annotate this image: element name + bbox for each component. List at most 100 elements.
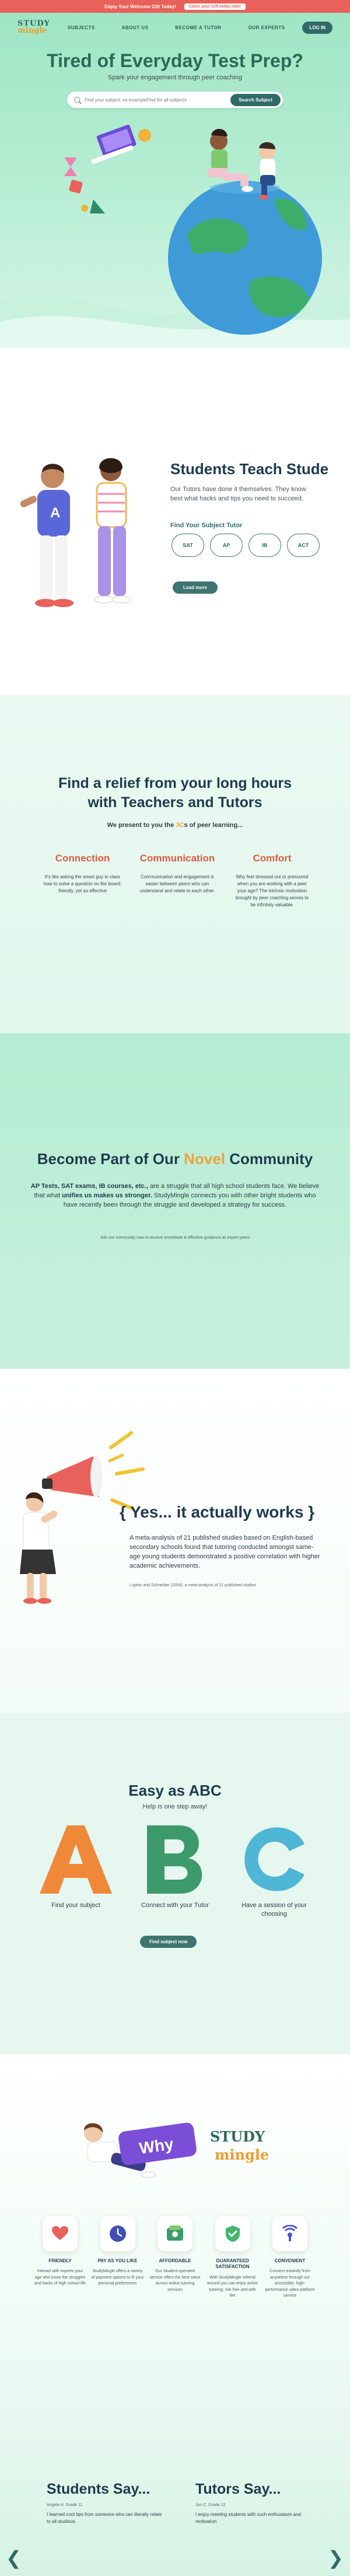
novel-title-after: Community — [225, 1150, 313, 1168]
floating-cube-icon — [69, 180, 83, 194]
nav-about-link[interactable]: ABOUT US — [122, 25, 149, 30]
step-c: Have a session of your choosing — [230, 1821, 318, 1919]
students-say-quote: I learned cool tips from someone who can… — [47, 2512, 162, 2524]
it-works-section: { Yes... it actually works } A meta-anal… — [0, 1369, 350, 1713]
relief-title-line1: Find a relief from your long hours — [58, 775, 292, 791]
hero-title: Tired of Everyday Test Prep? — [47, 50, 303, 71]
students-teach-section: A Students Teach Stude Our Tutors have d… — [0, 348, 350, 695]
novel-title-before: Become Part of Our — [37, 1150, 184, 1168]
step-caption: Connect with your Tutor — [141, 1902, 209, 1909]
search-icon — [74, 97, 80, 103]
why-logo-top: STUDY — [210, 2128, 265, 2145]
login-button[interactable]: LOG IN — [302, 21, 332, 34]
tutors-say-author: Jun C. Grade 12 — [195, 2503, 226, 2507]
abc-steps: Find your subject Connect with your Tuto… — [32, 1821, 318, 1919]
students-teach-title: Students Teach Stude — [170, 460, 329, 478]
floating-hourglass-icon — [64, 157, 77, 176]
relief-subtitle: We present to you the 3Cs of peer learni… — [0, 822, 350, 829]
load-more-button[interactable]: Load more — [173, 581, 218, 594]
step-caption: Find your subject — [51, 1902, 100, 1909]
abc-title: Easy as ABC — [128, 1782, 222, 1799]
floating-coin-icon — [138, 129, 151, 142]
subject-search-input[interactable] — [85, 97, 231, 103]
step-caption: Have a session of your choosing — [242, 1902, 307, 1918]
it-works-citation: Lupton and Schneider (2004): a meta-anal… — [130, 1583, 257, 1587]
card-title: Connection — [55, 853, 110, 864]
megaphone-icon — [42, 1456, 102, 1498]
feature-satisfaction: GUARANTEED SATISFACTION With StudyMingle… — [206, 2216, 259, 2300]
students-say-author: Angela H. Grade 11 — [47, 2503, 83, 2507]
card-title: Communication — [139, 853, 215, 864]
woman-figure — [20, 1492, 58, 1604]
card-body: Communication and engagement is easier b… — [139, 874, 215, 893]
students-teach-text: Our Tutors have done it themselves. They… — [170, 486, 306, 502]
tutors-say-quote: I enjoy meeting students with such enthu… — [195, 2512, 301, 2524]
feature-title: CONVENIENT — [274, 2258, 306, 2263]
letter-c-icon — [244, 1827, 304, 1891]
testimonials-section: Students Say... Angela H. Grade 11 I lea… — [0, 2398, 350, 2576]
card-comfort: Comfort Why feel stressed out or pressur… — [233, 853, 312, 909]
novel-small-text: Join our community now to receive immedi… — [100, 1236, 250, 1240]
novel-community-section: Become Part of Our Novel Community AP Te… — [0, 1033, 350, 1369]
why-section: Why STUDY mingle FRIENDLY Interact with … — [0, 2054, 350, 2398]
students-say-title: Students Say... — [47, 2481, 150, 2497]
feature-title: GUARANTEED SATISFACTION — [215, 2258, 250, 2270]
subject-pill-sat[interactable]: SAT — [172, 534, 204, 557]
relief-sub-after: s of peer learning... — [184, 822, 243, 829]
promo-bar: Enjoy Your Welcome Gift Today! Claim you… — [0, 0, 350, 13]
relief-title-line2: with Teachers and Tutors — [88, 794, 262, 811]
letter-b-icon — [147, 1825, 202, 1894]
page: Enjoy Your Welcome Gift Today! Claim you… — [0, 0, 350, 2576]
find-subject-button[interactable]: Find subject now — [140, 1936, 197, 1948]
relief-sub-before: We present to you the — [107, 822, 176, 829]
feature-body: Connect instantly from anywhere through … — [265, 2269, 315, 2298]
feature-affordable: AFFORDABLE Our Student-operated service … — [149, 2216, 201, 2300]
top-nav: STUDY mingle SUBJECTS ABOUT US BECOME A … — [0, 13, 350, 42]
nav-links: SUBJECTS ABOUT US BECOME A TUTOR OUR EXP… — [68, 25, 285, 30]
feature-title: PAY AS YOU LIKE — [97, 2258, 138, 2263]
logo-bottom: mingle — [18, 26, 47, 35]
card-title: Comfort — [253, 853, 292, 864]
nav-subjects-link[interactable]: SUBJECTS — [68, 25, 95, 30]
clock-icon — [100, 2216, 135, 2251]
nav-experts-link[interactable]: OUR EXPERTS — [249, 25, 285, 30]
feature-title: FRIENDLY — [48, 2258, 72, 2263]
subject-pill-ib[interactable]: IB — [249, 534, 281, 557]
novel-bold1: AP Tests, SAT exams, IB courses, etc., — [30, 1183, 148, 1190]
letter-a-icon — [40, 1825, 112, 1894]
globe-icon — [168, 181, 322, 335]
tutors-say-title: Tutors Say... — [195, 2481, 281, 2497]
why-logo-bottom: mingle — [215, 2146, 269, 2163]
feature-pay: PAY AS YOU LIKE StudyMingle offers a var… — [92, 2216, 144, 2300]
hero-subtitle: Spark your engagement through peer coach… — [108, 74, 242, 81]
search-subject-button[interactable]: Search Subject — [230, 93, 281, 106]
feature-body: Interact with experts your age who know … — [34, 2269, 86, 2286]
card-body: Why feel stressed out or pressured when … — [236, 874, 309, 907]
subject-pill-act[interactable]: ACT — [287, 534, 320, 557]
card-communication: Communication Communication and engageme… — [138, 853, 217, 909]
svg-text:A: A — [50, 505, 60, 521]
sound-lines-decoration — [108, 1431, 145, 1510]
floating-dot-icon — [81, 205, 88, 212]
step-a: Find your subject — [32, 1821, 120, 1919]
subject-search-bar: Search Subject — [67, 92, 283, 108]
studymingle-logo: STUDY mingle — [210, 2128, 269, 2163]
feature-convenient: CONVENIENT Connect instantly from anywhe… — [264, 2216, 316, 2300]
check-badge-icon — [215, 2216, 250, 2251]
next-arrow-icon[interactable]: ❯ — [328, 2547, 344, 2569]
promo-claim-button[interactable]: Claim your Gift today now! — [184, 3, 246, 10]
nav-become-tutor-link[interactable]: BECOME A TUTOR — [175, 25, 221, 30]
prev-arrow-icon[interactable]: ❮ — [6, 2547, 22, 2569]
hero-illustration — [64, 124, 322, 335]
signal-icon — [272, 2216, 307, 2251]
promo-text: Enjoy Your Welcome Gift Today! — [104, 3, 176, 9]
students-illustration: A — [20, 458, 131, 607]
floating-triangle-icon — [90, 199, 105, 213]
floating-laptop-icon — [91, 124, 136, 164]
why-banner-illustration: Why STUDY mingle — [84, 2122, 269, 2178]
logo[interactable]: STUDY mingle — [18, 19, 50, 35]
cash-icon — [158, 2216, 192, 2251]
subject-pill-ap[interactable]: AP — [210, 534, 243, 557]
three-cs-section: Find a relief from your long hours with … — [0, 695, 350, 1033]
student-figure-male: A — [20, 464, 74, 607]
